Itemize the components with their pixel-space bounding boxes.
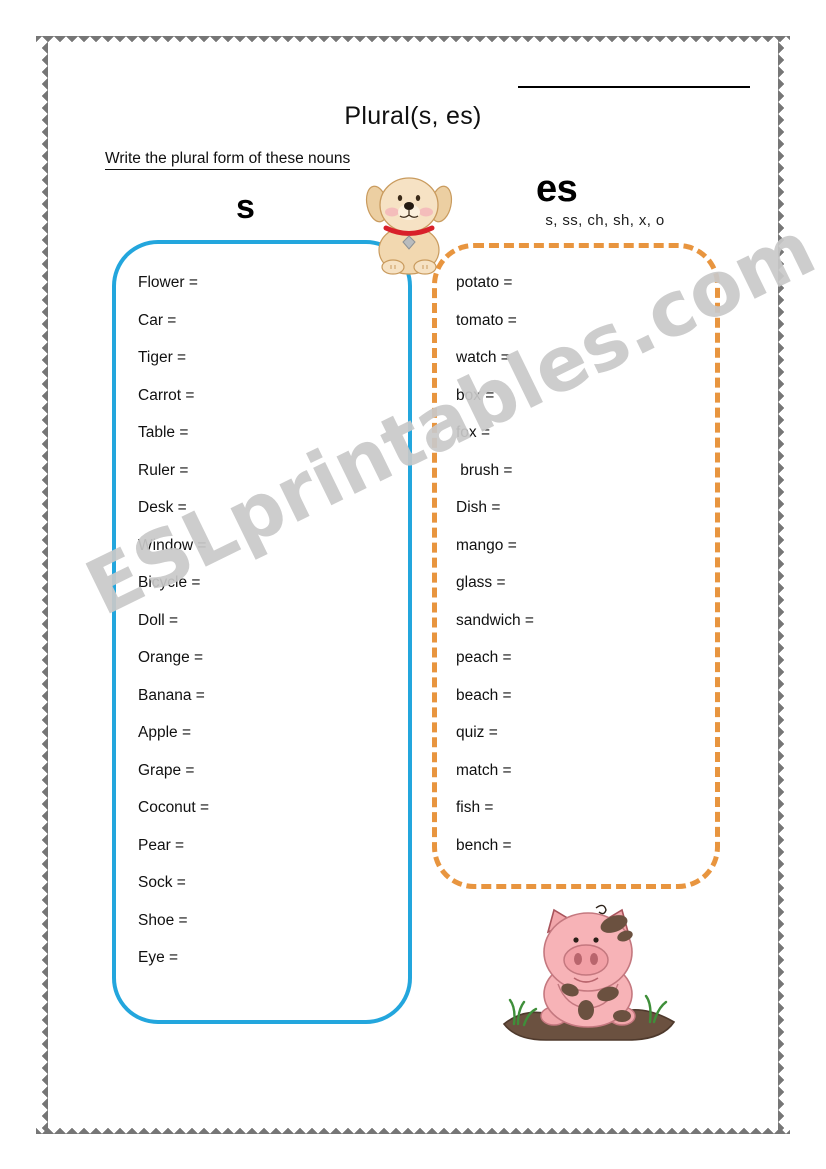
list-item[interactable]: Grape = — [138, 752, 209, 790]
pig-clipart — [500, 898, 678, 1050]
list-item[interactable]: Flower = — [138, 264, 209, 302]
name-blank-line[interactable] — [518, 86, 750, 88]
list-item[interactable]: beach = — [456, 677, 534, 715]
list-item[interactable]: Ruler = — [138, 452, 209, 490]
page-title: Plural(s, es) — [344, 102, 482, 130]
list-item[interactable]: Shoe = — [138, 902, 209, 940]
list-item[interactable]: match = — [456, 752, 534, 790]
list-item[interactable]: mango = — [456, 527, 534, 565]
border-sawtooth-left — [36, 36, 48, 1134]
list-item[interactable]: Bicycle = — [138, 564, 209, 602]
column-heading-s: s — [236, 188, 255, 226]
list-item[interactable]: box = — [456, 377, 534, 415]
list-item[interactable]: Desk = — [138, 489, 209, 527]
list-item[interactable]: Table = — [138, 414, 209, 452]
word-list-es: potato = tomato = watch = box = fox = br… — [456, 264, 534, 864]
list-item[interactable]: Apple = — [138, 714, 209, 752]
list-item[interactable]: potato = — [456, 264, 534, 302]
dog-clipart — [360, 170, 458, 275]
list-item[interactable]: Orange = — [138, 639, 209, 677]
list-item[interactable]: Banana = — [138, 677, 209, 715]
list-item[interactable]: Doll = — [138, 602, 209, 640]
list-item[interactable]: quiz = — [456, 714, 534, 752]
column-heading-es-subtitle: s, ss, ch, sh, x, o — [545, 212, 665, 229]
list-item[interactable]: Tiger = — [138, 339, 209, 377]
instructions-text: Write the plural form of these nouns — [105, 150, 351, 170]
list-item[interactable]: tomato = — [456, 302, 534, 340]
word-list-s: Flower = Car = Tiger = Carrot = Table = … — [138, 264, 209, 977]
list-item[interactable]: Car = — [138, 302, 209, 340]
list-item[interactable]: Window = — [138, 527, 209, 565]
border-sawtooth-right — [778, 36, 790, 1134]
border-sawtooth-bottom — [36, 1122, 790, 1134]
list-item[interactable]: sandwich = — [456, 602, 534, 640]
list-item[interactable]: fish = — [456, 789, 534, 827]
list-item[interactable]: glass = — [456, 564, 534, 602]
column-heading-es: es — [536, 168, 578, 210]
list-item[interactable]: Eye = — [138, 939, 209, 977]
border-sawtooth-top — [36, 36, 790, 48]
list-item[interactable]: peach = — [456, 639, 534, 677]
list-item[interactable]: bench = — [456, 827, 534, 865]
list-item[interactable]: fox = — [456, 414, 534, 452]
list-item[interactable]: Sock = — [138, 864, 209, 902]
list-item[interactable]: Pear = — [138, 827, 209, 865]
list-item[interactable]: Coconut = — [138, 789, 209, 827]
list-item[interactable]: watch = — [456, 339, 534, 377]
list-item[interactable]: Carrot = — [138, 377, 209, 415]
list-item[interactable]: Dish = — [456, 489, 534, 527]
list-item[interactable]: brush = — [456, 452, 534, 490]
